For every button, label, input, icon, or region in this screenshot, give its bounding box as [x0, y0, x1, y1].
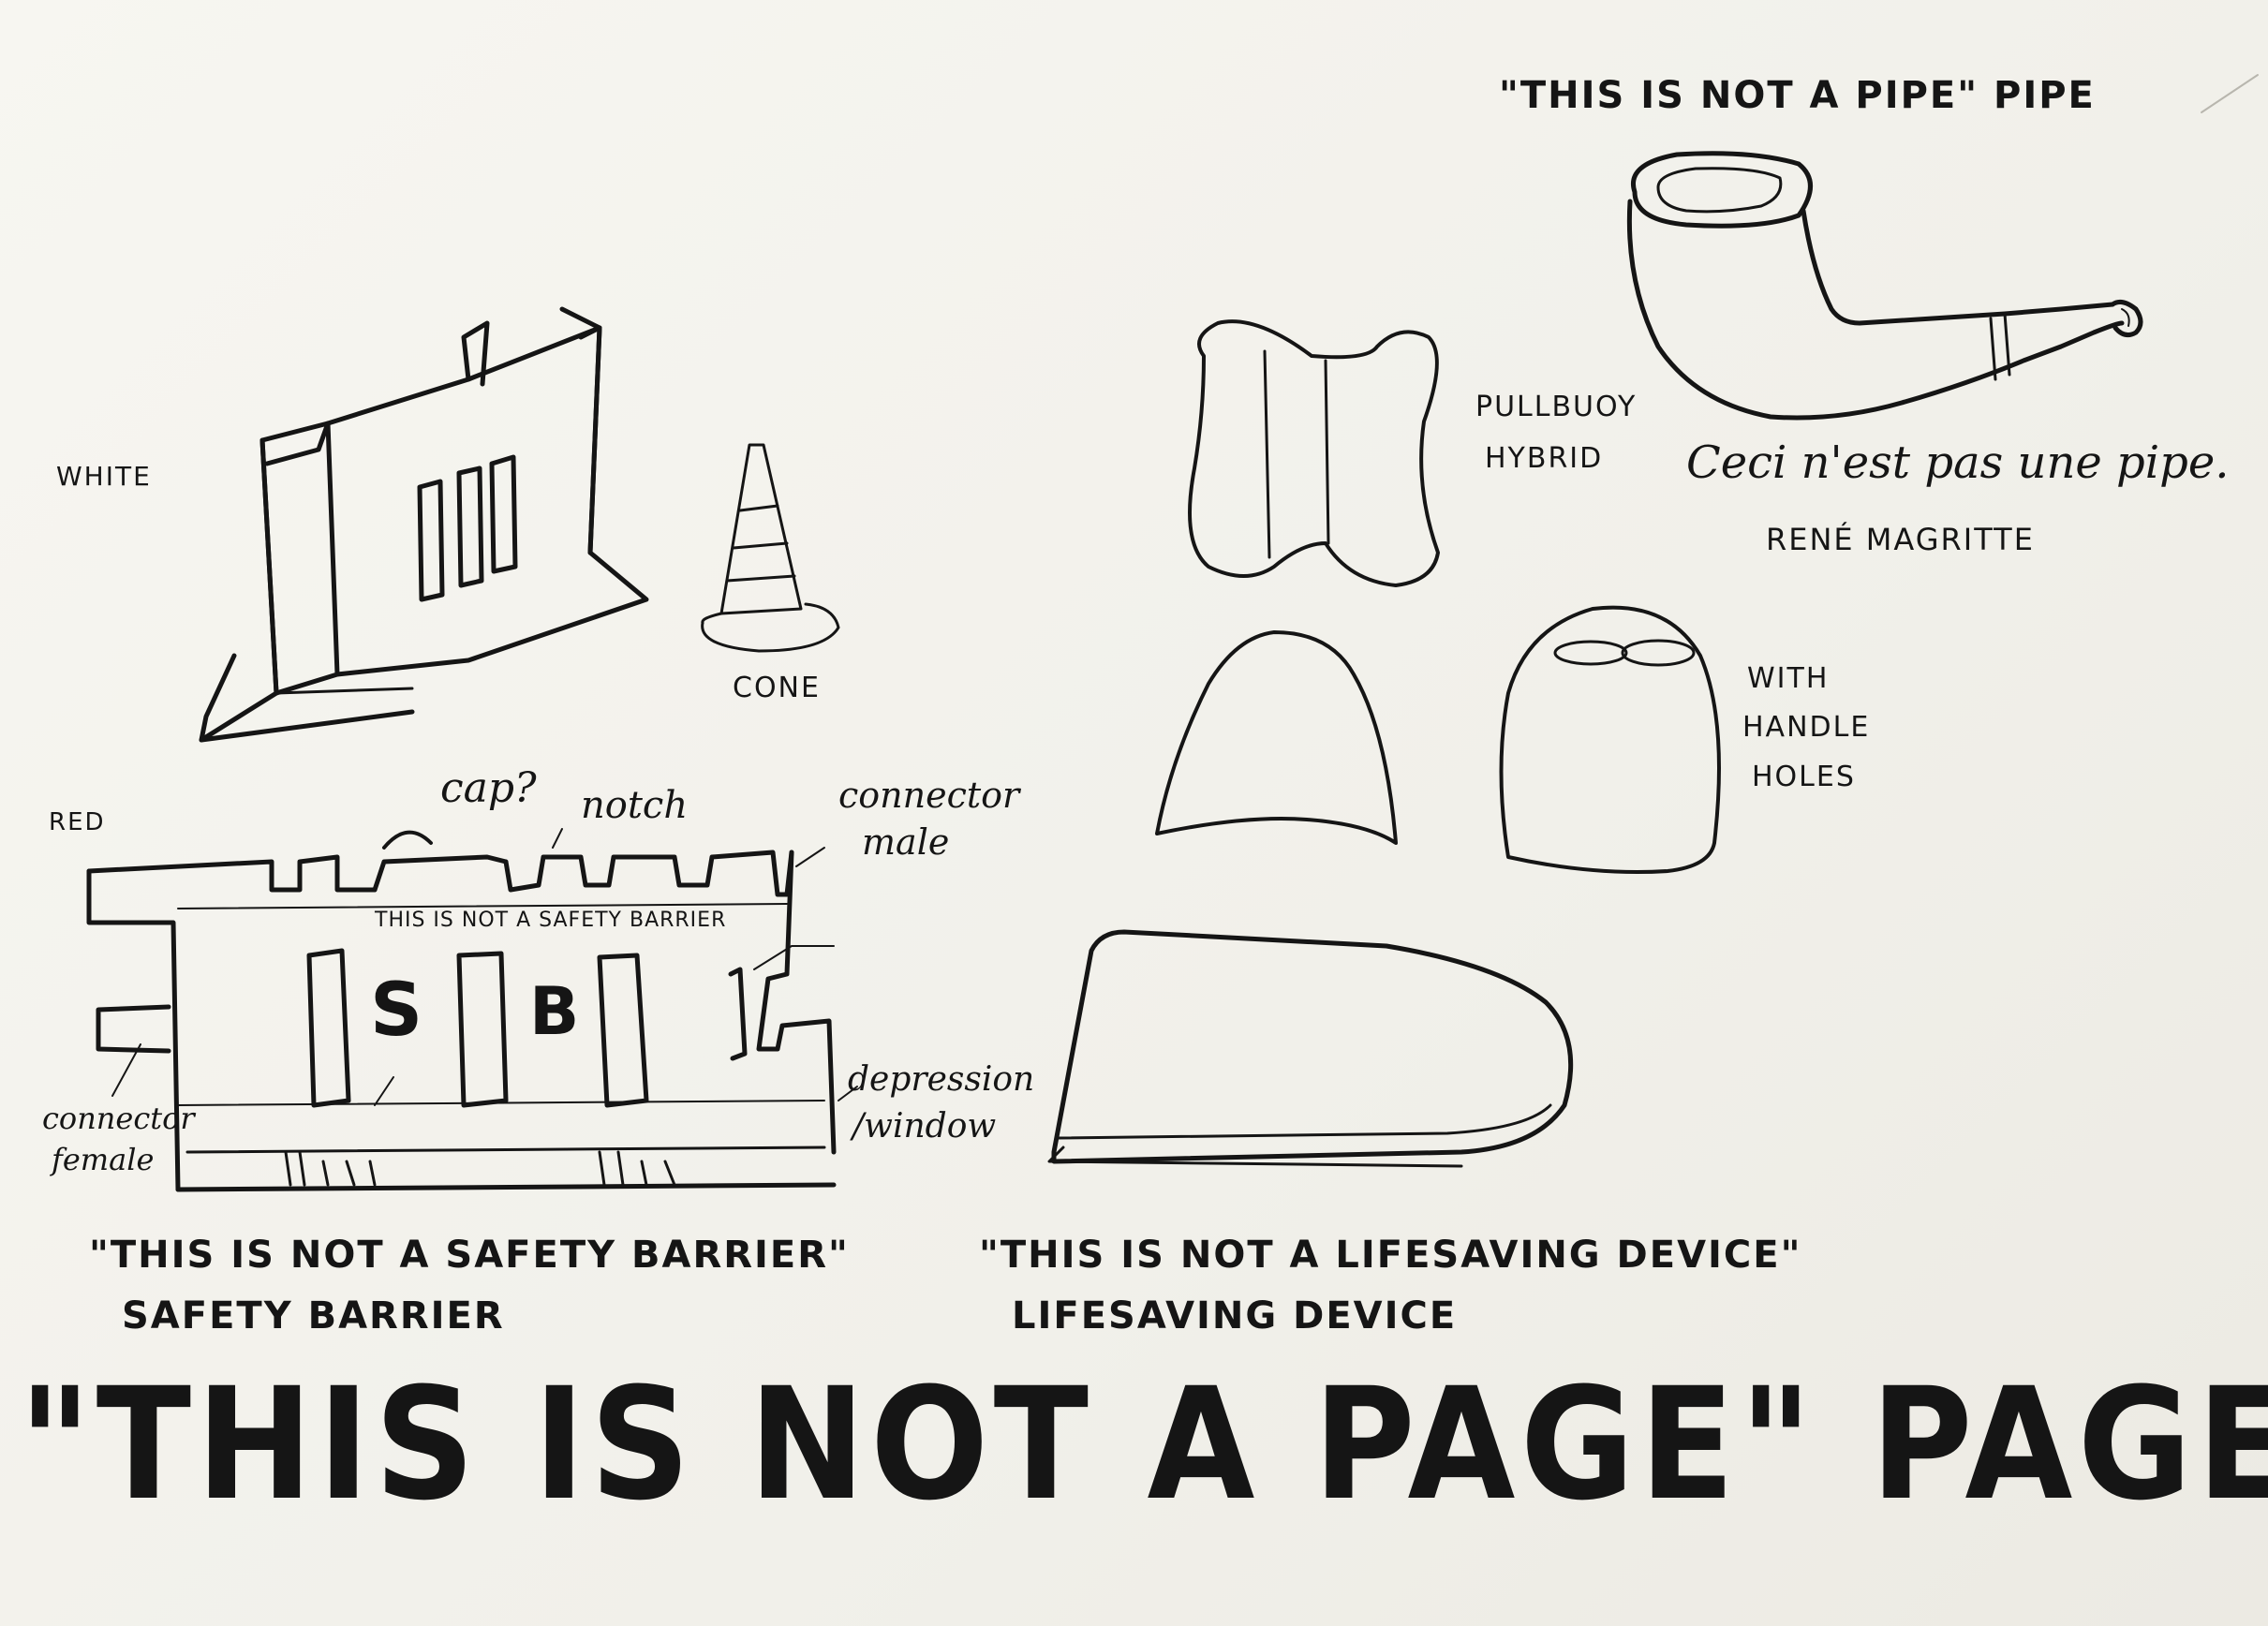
pipe-title: "THIS IS NOT A PIPE" PIPE	[1499, 74, 2096, 117]
handle-holes-label-line-3: HOLES	[1752, 761, 1856, 793]
white-barrier-drawing	[199, 306, 649, 743]
pullbuoy-label-line-1: PULLBUOY	[1475, 391, 1638, 423]
connector-female-annotation-line-2: female	[52, 1142, 155, 1177]
connector-male-annotation-line-2: male	[862, 821, 950, 863]
handle-holes-drawing	[1499, 605, 1721, 874]
barrier-name: SAFETY BARRIER	[122, 1294, 505, 1338]
connector-female-annotation-line-1: connector	[42, 1101, 195, 1136]
white-label: WHITE	[56, 461, 152, 492]
handle-holes-label-line-1: WITH	[1747, 662, 1830, 695]
page-title: "THIS IS NOT A PAGE" PAGE	[19, 1354, 2268, 1534]
red-barrier-drawing	[86, 828, 858, 1192]
red-label: RED	[49, 808, 106, 836]
depression-window-annotation-line-2: /window	[852, 1107, 997, 1146]
paper-curl	[2201, 74, 2259, 113]
cone-drawing	[701, 443, 840, 653]
pullbuoy-drawing	[1188, 319, 1440, 587]
sketch-page: "THIS IS NOT A PIPE" PIPE Ceci n'est pas…	[0, 0, 2268, 1626]
handle-holes-label-line-2: HANDLE	[1742, 711, 1871, 744]
cone-label: CONE	[733, 672, 821, 704]
barrier-letter-b: B	[529, 973, 582, 1050]
cap-annotation: cap?	[440, 764, 537, 812]
bell-shape-drawing	[1155, 630, 1398, 845]
pipe-caption: Ceci n'est pas une pipe.	[1686, 436, 2230, 489]
barrier-letter-s: S	[370, 968, 425, 1053]
lifesaving-device-drawing	[1047, 929, 1574, 1168]
barrier-inscription: THIS IS NOT A SAFETY BARRIER	[375, 909, 727, 932]
pipe-drawing	[1626, 151, 2143, 421]
lifesaving-quote: "THIS IS NOT A LIFESAVING DEVICE"	[979, 1234, 1802, 1277]
pipe-artist: RENÉ MAGRITTE	[1766, 522, 2035, 557]
lifesaving-name: LIFESAVING DEVICE	[1012, 1294, 1458, 1338]
barrier-quote: "THIS IS NOT A SAFETY BARRIER"	[89, 1234, 850, 1277]
connector-male-annotation-line-1: connector	[838, 775, 1020, 816]
notch-annotation: notch	[581, 784, 689, 827]
pullbuoy-label-line-2: HYBRID	[1485, 442, 1604, 475]
depression-window-annotation-line-1: depression	[848, 1060, 1035, 1099]
